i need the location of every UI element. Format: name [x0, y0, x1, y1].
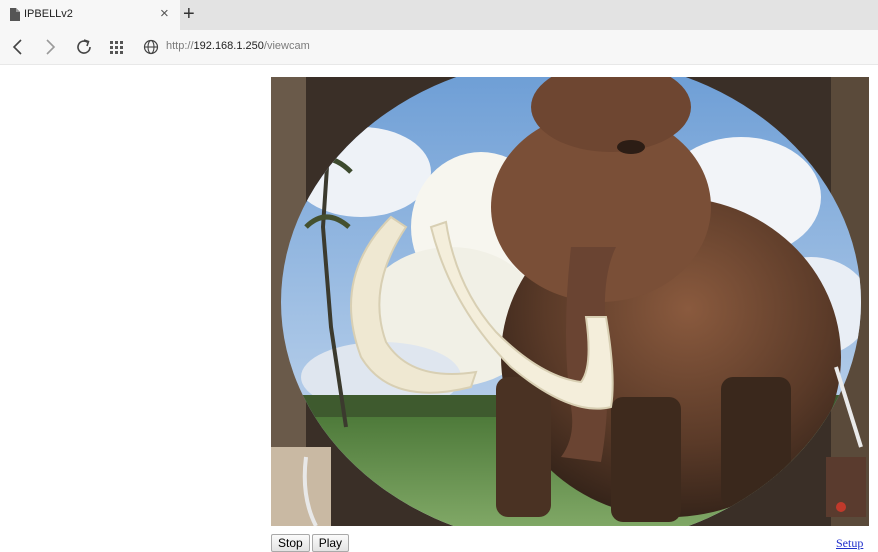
- new-tab-icon[interactable]: +: [183, 2, 195, 26]
- apps-grid-icon[interactable]: [107, 37, 127, 57]
- back-arrow-icon[interactable]: [8, 37, 28, 57]
- play-button[interactable]: Play: [311, 534, 350, 552]
- globe-icon: [143, 39, 159, 55]
- playback-controls: Stop Play: [271, 534, 350, 552]
- url-path: /viewcam: [263, 40, 310, 52]
- setup-link[interactable]: Setup: [836, 536, 863, 551]
- tab-title: IPBELLv2: [24, 8, 73, 20]
- stop-button[interactable]: Stop: [271, 534, 310, 552]
- address-bar[interactable]: http://192.168.1.250/viewcam: [166, 40, 310, 52]
- navigation-bar: http://192.168.1.250/viewcam: [0, 30, 878, 65]
- url-scheme: http://: [166, 40, 194, 52]
- refresh-icon[interactable]: [74, 37, 94, 57]
- tab-strip: IPBELLv2 × +: [0, 0, 878, 30]
- close-tab-icon[interactable]: ×: [160, 6, 169, 22]
- forward-arrow-icon[interactable]: [40, 37, 60, 57]
- camera-feed-image: [271, 77, 869, 526]
- tab-ipbellv2[interactable]: IPBELLv2 ×: [0, 0, 180, 30]
- url-host: 192.168.1.250: [193, 40, 264, 52]
- page-icon: [10, 8, 20, 21]
